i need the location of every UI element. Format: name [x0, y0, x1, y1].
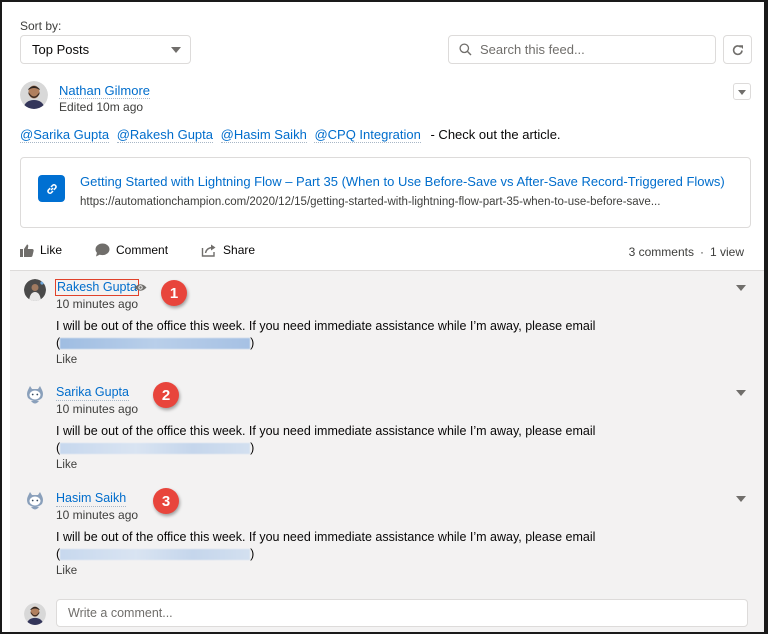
comment-body: I will be out of the office this week. I… [56, 530, 596, 561]
author-avatar[interactable] [20, 81, 48, 109]
comment-time: 10 minutes ago [56, 508, 139, 522]
share-button[interactable]: Share [201, 243, 255, 257]
stats-separator: · [699, 245, 704, 259]
commenter-avatar[interactable] [24, 490, 46, 512]
step-badge: 1 [161, 280, 187, 306]
link-preview-url: https://automationchampion.com/2020/12/1… [80, 196, 661, 208]
comment-text: I will be out of the office this week. I… [56, 530, 596, 544]
link-preview-title[interactable]: Getting Started with Lightning Flow – Pa… [80, 174, 725, 189]
refresh-icon [732, 44, 743, 55]
comment-count[interactable]: 3 comments [629, 245, 694, 259]
comment-time: 10 minutes ago [56, 297, 139, 311]
chevron-down-icon [738, 90, 746, 95]
comment-menu-chevron-icon[interactable] [736, 390, 746, 396]
mention-link[interactable]: @CPQ Integration [314, 127, 421, 143]
mention-link[interactable]: @Sarika Gupta [20, 127, 110, 143]
commenter-avatar[interactable] [24, 279, 46, 301]
comment-like-button[interactable]: Like [56, 354, 77, 366]
comment-like-button[interactable]: Like [56, 459, 77, 471]
step-badge: 2 [153, 382, 179, 408]
sort-selected-value: Top Posts [32, 42, 90, 57]
comment-menu-chevron-icon[interactable] [736, 285, 746, 291]
chevron-down-icon [171, 47, 181, 53]
sort-dropdown[interactable]: Top Posts [20, 35, 191, 64]
like-label: Like [40, 243, 63, 257]
feed-frame: Sort by: Top Posts Nathan Gilmore Edited… [0, 0, 768, 634]
comment-text: I will be out of the office this week. I… [56, 319, 596, 333]
post-body: @Sarika Gupta @Rakesh Gupta @Hasim Saikh… [20, 127, 561, 143]
comment-like-button[interactable]: Like [56, 565, 77, 577]
share-label: Share [223, 243, 256, 257]
eye-icon [134, 284, 147, 291]
like-button[interactable]: Like [20, 243, 62, 257]
mention-link[interactable]: @Rakesh Gupta [116, 127, 214, 143]
comment-author-link[interactable]: Hasim Saikh [56, 491, 127, 507]
post-actions: Like Comment Share [20, 243, 288, 257]
comment-input[interactable] [68, 606, 728, 620]
thumbs-up-icon [20, 244, 34, 257]
obscured-email-link[interactable] [60, 549, 251, 561]
link-preview-card[interactable]: Getting Started with Lightning Flow – Pa… [20, 157, 751, 228]
sort-label: Sort by: [20, 19, 62, 33]
post-author-link[interactable]: Nathan Gilmore [59, 83, 151, 99]
post-text: - Check out the article. [430, 127, 561, 142]
post-edited-time: Edited 10m ago [59, 100, 144, 114]
comment-composer[interactable] [56, 599, 748, 627]
comment-body: I will be out of the office this week. I… [56, 319, 596, 350]
share-icon [201, 244, 216, 257]
search-input[interactable] [480, 42, 700, 57]
mention-link[interactable]: @Hasim Saikh [220, 127, 307, 143]
comment-author-link[interactable]: Rakesh Gupta [55, 279, 139, 296]
step-badge: 3 [153, 488, 179, 514]
current-user-avatar [24, 603, 46, 625]
comment-label: Comment [116, 243, 169, 257]
comment-menu-chevron-icon[interactable] [736, 496, 746, 502]
refresh-button[interactable] [723, 35, 752, 64]
comment-text: I will be out of the office this week. I… [56, 424, 596, 438]
comment-author-link[interactable]: Sarika Gupta [56, 385, 129, 401]
link-icon [38, 175, 65, 202]
obscured-email-link[interactable] [60, 443, 251, 455]
post-actions-menu[interactable] [733, 83, 751, 100]
obscured-email-link[interactable] [60, 338, 251, 350]
comment-button[interactable]: Comment [95, 243, 168, 257]
view-count: 1 view [709, 245, 744, 259]
post-stats: 3 comments · 1 view [629, 245, 744, 259]
comment-icon [95, 243, 110, 257]
comment-time: 10 minutes ago [56, 402, 139, 416]
commenter-avatar[interactable] [24, 384, 46, 406]
comment-body: I will be out of the office this week. I… [56, 424, 596, 455]
search-field[interactable] [448, 35, 716, 64]
search-icon [459, 43, 472, 56]
comments-section: Rakesh Gupta 1 10 minutes ago I will be … [10, 270, 764, 632]
